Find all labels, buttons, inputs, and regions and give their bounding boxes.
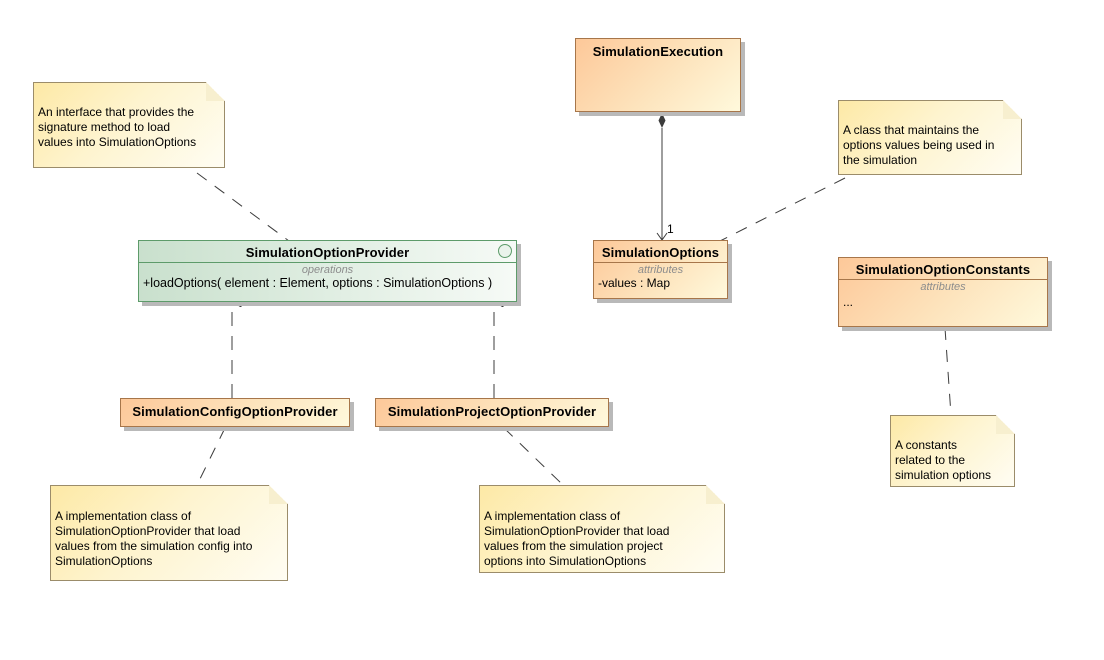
note-line: SimulationOptions: [55, 554, 153, 568]
attributes-compartment: attributes -values : Map: [594, 262, 727, 292]
interface-lollipop-icon: [498, 244, 512, 258]
operation-load-options[interactable]: +loadOptions( element : Element, options…: [143, 276, 512, 290]
class-simulation-option-constants[interactable]: SimulationOptionConstants attributes ...: [838, 257, 1048, 327]
note-provider-text: An interface that provides the signature…: [38, 105, 220, 150]
attributes-label: attributes: [637, 264, 684, 276]
note-line: A constants: [895, 438, 958, 452]
composition-diamond-icon: [658, 113, 666, 128]
note-anchor-constants: [944, 327, 952, 416]
note-anchor-config: [196, 427, 226, 486]
attribute-values[interactable]: -values : Map: [598, 276, 723, 290]
attributes-compartment: attributes ...: [839, 279, 1047, 311]
note-fold-icon: [996, 415, 1015, 434]
note-line: values from the simulation config into: [55, 539, 253, 553]
note-line: SimulationOptionProvider that load: [55, 524, 241, 538]
note-config[interactable]: A implementation class of SimulationOpti…: [50, 485, 288, 581]
note-provider[interactable]: An interface that provides the signature…: [33, 82, 225, 168]
note-line: values into SimulationOptions: [38, 135, 197, 149]
multiplicity-label: 1: [667, 222, 674, 236]
note-fold-icon: [206, 82, 225, 101]
attributes-label: attributes: [920, 281, 966, 293]
note-fold-icon: [269, 485, 288, 504]
note-config-text: A implementation class of SimulationOpti…: [55, 509, 283, 569]
note-line: values from the simulation project: [484, 539, 663, 553]
class-name: SimulationOptionConstants: [855, 262, 1031, 277]
class-simulation-project-option-provider[interactable]: SimulationProjectOptionProvider: [375, 398, 609, 427]
class-simulation-config-option-provider[interactable]: SimulationConfigOptionProvider: [120, 398, 350, 427]
note-line: A class that maintains the: [843, 123, 980, 137]
note-line: the simulation: [843, 153, 918, 167]
note-options-text: A class that maintains the options value…: [843, 123, 1017, 168]
note-project-text: A implementation class of SimulationOpti…: [484, 509, 720, 569]
class-name: SimulationOptions: [601, 245, 720, 260]
note-constants[interactable]: A constants related to the simulation op…: [890, 415, 1015, 487]
class-simulation-options[interactable]: SimulationOptions attributes -values : M…: [593, 240, 728, 299]
note-fold-icon: [706, 485, 725, 504]
note-line: SimulationOptionProvider that load: [484, 524, 670, 538]
note-anchor-provider: [196, 172, 290, 242]
interface-simulation-option-provider[interactable]: SimulationOptionProvider operations +loa…: [138, 240, 517, 302]
note-anchor-options: [719, 177, 846, 242]
operations-label: operations: [301, 264, 354, 276]
operations-compartment: operations +loadOptions( element : Eleme…: [139, 262, 516, 292]
class-name: SimulationProjectOptionProvider: [387, 404, 597, 419]
note-line: options into SimulationOptions: [484, 554, 647, 568]
note-line: options values being used in: [843, 138, 995, 152]
note-line: An interface that provides the: [38, 105, 195, 119]
note-line: simulation options: [895, 468, 992, 482]
class-name: SimulationExecution: [592, 44, 724, 59]
note-fold-icon: [1003, 100, 1022, 119]
note-line: A implementation class of: [55, 509, 192, 523]
class-name: SimulationConfigOptionProvider: [132, 404, 338, 419]
attribute-ellipsis[interactable]: ...: [843, 295, 1043, 309]
note-line: signature method to load: [38, 120, 171, 134]
navigation-arrow-icon: [656, 232, 668, 241]
note-options[interactable]: A class that maintains the options value…: [838, 100, 1022, 175]
class-simulation-execution[interactable]: SimulationExecution: [575, 38, 741, 112]
note-constants-text: A constants related to the simulation op…: [895, 438, 1010, 483]
interface-name: SimulationOptionProvider: [245, 245, 410, 260]
note-anchor-project: [503, 427, 564, 486]
note-line: related to the: [895, 453, 966, 467]
note-line: A implementation class of: [484, 509, 621, 523]
note-project[interactable]: A implementation class of SimulationOpti…: [479, 485, 725, 573]
